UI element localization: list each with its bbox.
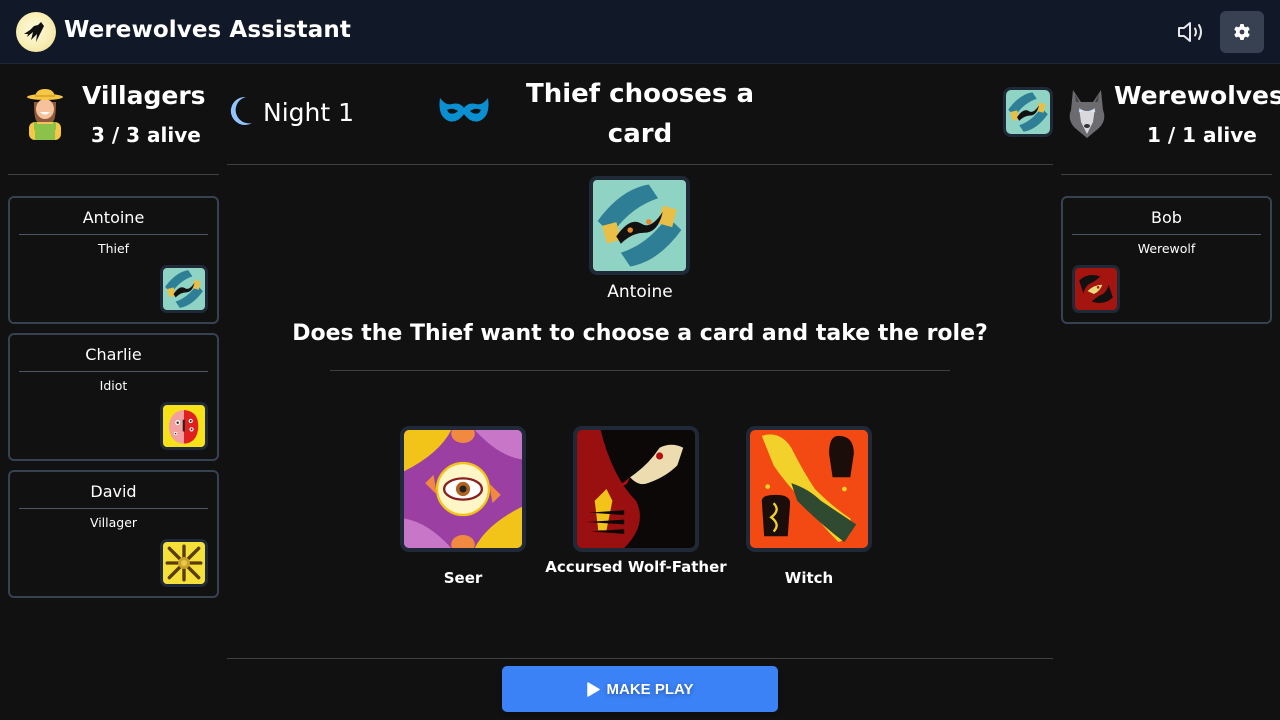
accursed-wolf-father-card-icon[interactable]	[573, 426, 699, 552]
player-role: Thief	[97, 241, 130, 256]
werewolf-card-icon	[1072, 265, 1120, 313]
step-title: Thief chooses a card	[526, 79, 754, 149]
choice-seer[interactable]: Seer	[400, 426, 526, 587]
choice-label: Accursed Wolf-Father	[545, 558, 727, 576]
howling-wolf-moon-icon[interactable]	[16, 12, 56, 52]
divider	[8, 174, 219, 175]
idiot-card-icon	[160, 402, 208, 450]
make-play-label: MAKE PLAY	[606, 680, 694, 698]
gear-icon	[1234, 24, 1250, 40]
choice-label: Seer	[443, 569, 483, 587]
divider	[227, 658, 1053, 659]
divider	[1072, 234, 1261, 235]
thief-card-icon	[589, 176, 690, 275]
choice-label: Witch	[784, 569, 834, 587]
player-card-david[interactable]: David Villager	[8, 470, 219, 598]
player-role: Werewolf	[1137, 241, 1196, 256]
choice-witch[interactable]: Witch	[746, 426, 872, 587]
player-card-bob[interactable]: Bob Werewolf	[1061, 196, 1272, 324]
werewolves-title: Werewolves	[1114, 81, 1280, 110]
player-name: Bob	[1151, 208, 1182, 227]
sound-toggle-button[interactable]	[1172, 16, 1210, 48]
seer-card-icon[interactable]	[400, 426, 526, 552]
top-bar: Werewolves Assistant	[0, 0, 1280, 64]
actor-name: Antoine	[607, 282, 673, 302]
player-name: Charlie	[85, 345, 142, 364]
play-icon	[586, 681, 600, 697]
player-role: Idiot	[99, 378, 128, 393]
mask-icon	[439, 98, 489, 122]
player-name: Antoine	[82, 208, 145, 227]
divider	[19, 371, 208, 372]
thief-card-icon	[1003, 87, 1053, 137]
divider	[19, 508, 208, 509]
make-play-button[interactable]: MAKE PLAY	[502, 666, 778, 712]
question-text: Does the Thief want to choose a card and…	[292, 321, 988, 346]
divider	[1061, 174, 1272, 175]
thief-card-icon	[160, 265, 208, 313]
player-role: Villager	[89, 515, 138, 530]
villagers-alive-count: 3 / 3 alive	[91, 123, 201, 147]
farmer-avatar-icon	[26, 88, 64, 144]
crescent-moon-icon	[230, 96, 252, 125]
divider	[227, 164, 1053, 165]
choice-accursed-wolf-father[interactable]: Accursed Wolf-Father	[545, 426, 727, 576]
app-title: Werewolves Assistant	[64, 17, 351, 43]
player-card-charlie[interactable]: Charlie Idiot	[8, 333, 219, 461]
werewolves-alive-count: 1 / 1 alive	[1147, 123, 1257, 147]
speaker-icon	[1178, 22, 1202, 42]
wolf-avatar-icon	[1067, 88, 1107, 144]
villagers-title: Villagers	[82, 81, 206, 110]
phase-label: Night 1	[263, 98, 355, 127]
player-name: David	[90, 482, 137, 501]
divider	[330, 370, 950, 371]
witch-card-icon[interactable]	[746, 426, 872, 552]
player-card-antoine[interactable]: Antoine Thief	[8, 196, 219, 324]
villager-card-icon	[160, 539, 208, 587]
settings-button[interactable]	[1220, 11, 1264, 53]
divider	[19, 234, 208, 235]
